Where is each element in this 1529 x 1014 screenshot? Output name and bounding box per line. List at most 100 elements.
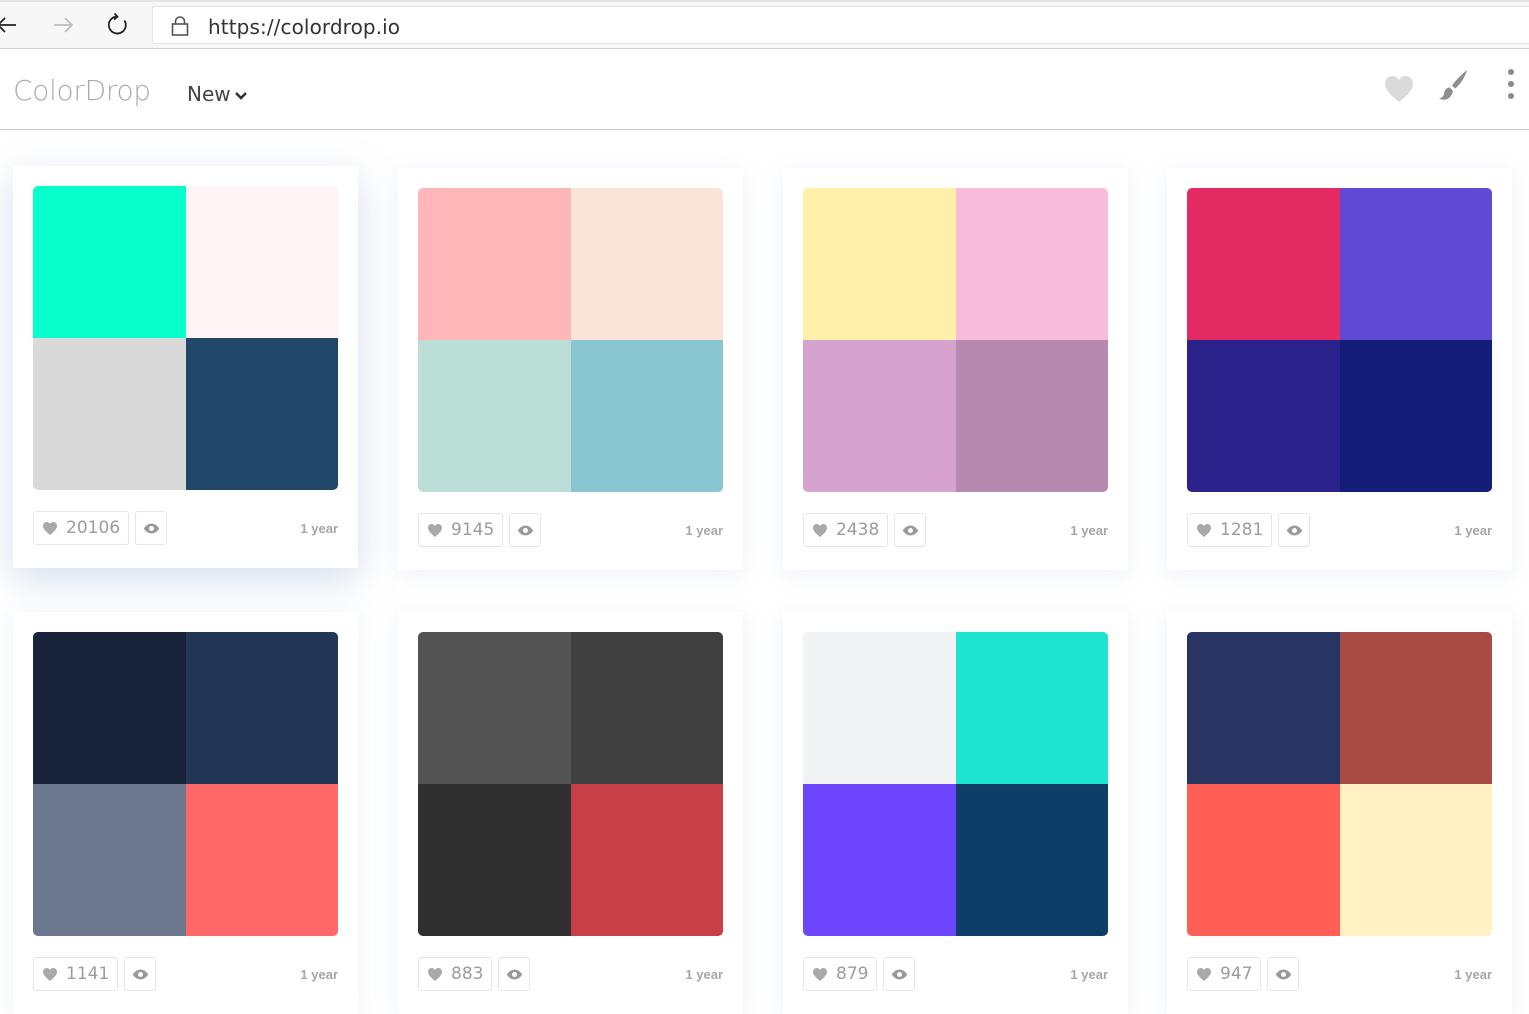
color-swatch[interactable] bbox=[570, 784, 723, 936]
chevron-down-icon bbox=[234, 92, 247, 100]
view-button[interactable] bbox=[883, 957, 916, 991]
color-swatch[interactable] bbox=[955, 784, 1108, 936]
heart-icon bbox=[1196, 523, 1212, 538]
eye-icon bbox=[132, 969, 149, 980]
color-swatch[interactable] bbox=[185, 186, 338, 338]
color-swatch[interactable] bbox=[1339, 340, 1492, 492]
browser-toolbar: https://colordrop.io bbox=[0, 0, 1529, 49]
palette-card[interactable]: 20106 1 year bbox=[13, 166, 358, 568]
app-header: ColorDrop New bbox=[0, 50, 1529, 130]
color-swatch[interactable] bbox=[570, 632, 723, 784]
heart-icon bbox=[1196, 967, 1212, 982]
heart-icon bbox=[812, 523, 828, 538]
palette-age: 1 year bbox=[1454, 523, 1492, 538]
like-button[interactable]: 9145 bbox=[418, 513, 504, 547]
color-swatch[interactable] bbox=[1339, 784, 1492, 936]
palette-swatches[interactable] bbox=[803, 632, 1108, 936]
site-logo[interactable]: ColorDrop bbox=[13, 74, 151, 107]
like-button[interactable]: 20106 bbox=[33, 511, 130, 545]
color-swatch[interactable] bbox=[1339, 188, 1492, 340]
color-swatch[interactable] bbox=[803, 784, 956, 936]
color-swatch[interactable] bbox=[1339, 632, 1492, 784]
color-swatch[interactable] bbox=[33, 784, 186, 936]
color-swatch[interactable] bbox=[33, 338, 186, 490]
brush-icon[interactable] bbox=[1436, 68, 1470, 107]
color-swatch[interactable] bbox=[185, 784, 338, 936]
address-bar[interactable]: https://colordrop.io bbox=[152, 6, 1529, 44]
like-button[interactable]: 883 bbox=[418, 957, 493, 991]
color-swatch[interactable] bbox=[418, 632, 571, 784]
eye-icon bbox=[506, 969, 523, 980]
color-swatch[interactable] bbox=[803, 188, 956, 340]
heart-icon[interactable] bbox=[1383, 74, 1415, 109]
palette-age: 1 year bbox=[1070, 523, 1108, 538]
url-text: https://colordrop.io bbox=[208, 15, 401, 39]
color-swatch[interactable] bbox=[33, 632, 186, 784]
palette-swatches[interactable] bbox=[1187, 188, 1492, 492]
color-swatch[interactable] bbox=[185, 338, 338, 490]
like-button[interactable]: 947 bbox=[1187, 957, 1262, 991]
sort-dropdown[interactable]: New bbox=[187, 82, 248, 106]
color-swatch[interactable] bbox=[803, 632, 956, 784]
palette-swatches[interactable] bbox=[1187, 632, 1492, 936]
like-button[interactable]: 1141 bbox=[33, 957, 119, 991]
eye-icon bbox=[891, 969, 908, 980]
palette-card[interactable]: 879 1 year bbox=[783, 612, 1128, 1014]
color-swatch[interactable] bbox=[418, 188, 571, 340]
view-button[interactable] bbox=[124, 957, 157, 991]
color-swatch[interactable] bbox=[418, 340, 571, 492]
color-swatch[interactable] bbox=[418, 784, 571, 936]
heart-icon bbox=[42, 521, 58, 536]
palette-age: 1 year bbox=[300, 967, 338, 982]
color-swatch[interactable] bbox=[33, 186, 186, 338]
palette-swatches[interactable] bbox=[33, 186, 338, 490]
color-swatch[interactable] bbox=[570, 340, 723, 492]
eye-icon bbox=[517, 525, 534, 536]
palette-card[interactable]: 947 1 year bbox=[1167, 612, 1512, 1014]
color-swatch[interactable] bbox=[955, 188, 1108, 340]
palette-card[interactable]: 1141 1 year bbox=[13, 612, 358, 1014]
sort-label: New bbox=[187, 82, 231, 106]
heart-icon bbox=[42, 967, 58, 982]
palette-card[interactable]: 883 1 year bbox=[398, 612, 743, 1014]
reload-icon[interactable] bbox=[103, 10, 133, 40]
color-swatch[interactable] bbox=[1187, 632, 1340, 784]
view-button[interactable] bbox=[894, 513, 927, 547]
view-button[interactable] bbox=[135, 511, 168, 545]
like-button[interactable]: 1281 bbox=[1187, 513, 1273, 547]
color-swatch[interactable] bbox=[185, 632, 338, 784]
palette-swatches[interactable] bbox=[418, 632, 723, 936]
palette-swatches[interactable] bbox=[803, 188, 1108, 492]
eye-icon bbox=[1275, 969, 1292, 980]
palette-age: 1 year bbox=[1454, 967, 1492, 982]
palette-card[interactable]: 9145 1 year bbox=[398, 168, 743, 570]
like-button[interactable]: 879 bbox=[803, 957, 878, 991]
color-swatch[interactable] bbox=[955, 632, 1108, 784]
color-swatch[interactable] bbox=[570, 188, 723, 340]
color-swatch[interactable] bbox=[1187, 188, 1340, 340]
color-swatch[interactable] bbox=[1187, 784, 1340, 936]
view-button[interactable] bbox=[1278, 513, 1311, 547]
forward-arrow-icon[interactable] bbox=[48, 10, 78, 40]
like-count: 883 bbox=[451, 964, 484, 984]
more-vertical-icon[interactable] bbox=[1505, 68, 1517, 107]
like-count: 2438 bbox=[836, 520, 880, 540]
palette-card[interactable]: 2438 1 year bbox=[783, 168, 1128, 570]
eye-icon bbox=[902, 525, 919, 536]
color-swatch[interactable] bbox=[1187, 340, 1340, 492]
palette-swatches[interactable] bbox=[33, 632, 338, 936]
view-button[interactable] bbox=[509, 513, 542, 547]
view-button[interactable] bbox=[1267, 957, 1300, 991]
view-button[interactable] bbox=[498, 957, 531, 991]
color-swatch[interactable] bbox=[955, 340, 1108, 492]
lock-icon bbox=[171, 15, 189, 37]
like-button[interactable]: 2438 bbox=[803, 513, 889, 547]
like-count: 1281 bbox=[1220, 520, 1264, 540]
color-swatch[interactable] bbox=[803, 340, 956, 492]
back-arrow-icon[interactable] bbox=[0, 10, 24, 40]
palette-swatches[interactable] bbox=[418, 188, 723, 492]
palette-card[interactable]: 1281 1 year bbox=[1167, 168, 1512, 570]
eye-icon bbox=[1286, 525, 1303, 536]
palette-age: 1 year bbox=[685, 523, 723, 538]
like-count: 947 bbox=[1220, 964, 1253, 984]
